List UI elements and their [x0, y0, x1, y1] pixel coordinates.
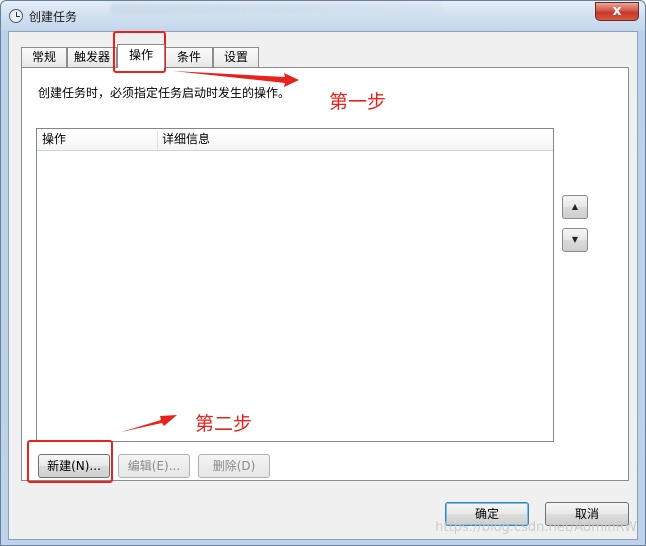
step1-arrow-icon — [173, 71, 299, 87]
tab-actions[interactable]: 操作 — [117, 44, 165, 68]
watermark: https://blog.csdn.net/AdminRW — [435, 520, 637, 535]
annotation-arrows — [121, 71, 299, 432]
step2-annotation: 第二步 — [195, 413, 253, 435]
create-task-window: 创建任务 x 常规 触发器 操作 条件 设置 创建任务时，必须指定任务启动时发生… — [0, 0, 646, 546]
step2-arrow-icon — [121, 415, 177, 432]
step1-annotation: 第一步 — [329, 91, 387, 113]
